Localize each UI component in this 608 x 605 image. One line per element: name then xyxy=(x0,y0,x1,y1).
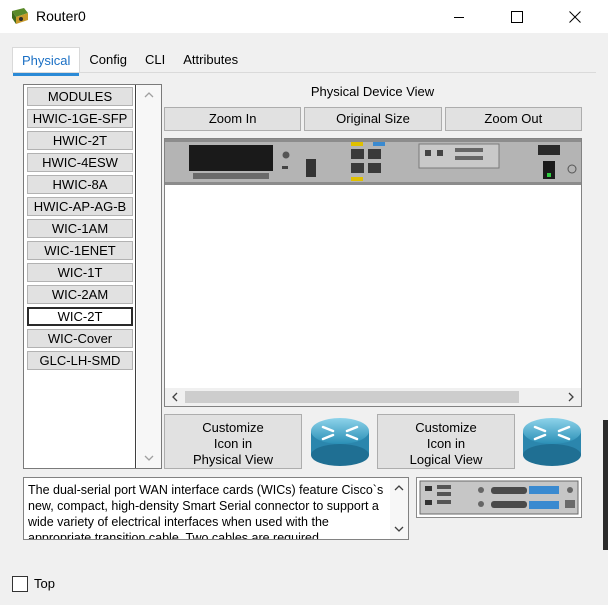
title-bar: Router0 xyxy=(0,0,608,33)
maximize-button[interactable] xyxy=(494,0,540,33)
module-item-wic-2t[interactable]: WIC-2T xyxy=(27,307,133,326)
router-icon xyxy=(311,418,369,466)
scroll-right-icon[interactable] xyxy=(565,391,577,403)
module-item-wic-1am[interactable]: WIC-1AM xyxy=(27,219,133,238)
minimize-button[interactable] xyxy=(436,0,482,33)
tab-physical[interactable]: Physical xyxy=(12,47,81,76)
window-edge-shadow xyxy=(603,420,608,550)
module-item-wic-1t[interactable]: WIC-1T xyxy=(27,263,133,282)
physical-device-view-title: Physical Device View xyxy=(310,84,435,99)
description-scrollbar[interactable] xyxy=(390,478,408,539)
zoom-out-button[interactable]: Zoom Out xyxy=(444,107,582,131)
module-description-box[interactable]: The dual-serial port WAN interface cards… xyxy=(23,477,409,540)
device-view-horizontal-scrollbar[interactable] xyxy=(165,388,581,406)
wic-2t-module-image xyxy=(419,480,579,515)
customize-physical-icon-button[interactable]: Customize Icon in Physical View xyxy=(164,414,302,469)
device-view-canvas xyxy=(164,138,582,407)
module-item-glc-lh-smd[interactable]: GLC-LH-SMD xyxy=(27,351,133,370)
tab-config[interactable]: Config xyxy=(80,47,136,73)
router-icon xyxy=(523,418,581,466)
customize-logical-line2: Icon in xyxy=(426,436,466,451)
scroll-down-icon[interactable] xyxy=(143,452,155,464)
maximize-icon xyxy=(511,10,523,23)
module-list: MODULES HWIC-1GE-SFP HWIC-2T HWIC-4ESW H… xyxy=(24,85,136,468)
customize-physical-line2: Icon in xyxy=(213,436,253,451)
tab-attributes[interactable]: Attributes xyxy=(174,47,247,73)
zoom-toolbar: Zoom In Original Size Zoom Out xyxy=(164,107,582,131)
original-size-button[interactable]: Original Size xyxy=(304,107,442,131)
scrollbar-thumb[interactable] xyxy=(185,391,519,403)
module-item-hwic-1ge-sfp[interactable]: HWIC-1GE-SFP xyxy=(27,109,133,128)
customize-physical-line1: Customize xyxy=(202,420,264,435)
module-item-wic-1enet[interactable]: WIC-1ENET xyxy=(27,241,133,260)
tab-divider xyxy=(12,72,596,73)
tab-bar: Physical Config CLI Attributes xyxy=(12,47,247,76)
always-on-top-checkbox[interactable] xyxy=(12,576,28,592)
close-icon xyxy=(569,10,581,23)
scroll-up-icon[interactable] xyxy=(394,483,404,493)
module-list-scrollbar[interactable] xyxy=(137,85,161,468)
window-client-area: Physical Config CLI Attributes MODULES H… xyxy=(0,33,608,605)
module-item-modules[interactable]: MODULES xyxy=(27,87,133,106)
scroll-down-icon[interactable] xyxy=(394,524,404,534)
customize-logical-line3: Logical View xyxy=(409,452,483,467)
module-preview-image[interactable] xyxy=(416,477,582,518)
module-description-text: The dual-serial port WAN interface cards… xyxy=(28,483,384,540)
customize-physical-line3: Physical View xyxy=(193,452,273,467)
module-item-hwic-ap-ag-b[interactable]: HWIC-AP-AG-B xyxy=(27,197,133,216)
zoom-in-button[interactable]: Zoom In xyxy=(164,107,302,131)
scroll-up-icon[interactable] xyxy=(143,89,155,101)
module-item-hwic-8a[interactable]: HWIC-8A xyxy=(27,175,133,194)
module-item-wic-cover[interactable]: WIC-Cover xyxy=(27,329,133,348)
close-button[interactable] xyxy=(552,0,598,33)
minimize-icon xyxy=(454,16,464,18)
router-app-icon xyxy=(12,8,28,24)
scroll-left-icon[interactable] xyxy=(169,391,181,403)
router-chassis-image[interactable] xyxy=(165,139,582,185)
always-on-top-label: Top xyxy=(34,576,55,591)
module-list-panel: MODULES HWIC-1GE-SFP HWIC-2T HWIC-4ESW H… xyxy=(23,84,162,469)
window-title: Router0 xyxy=(36,8,86,24)
module-item-hwic-2t[interactable]: HWIC-2T xyxy=(27,131,133,150)
customize-logical-icon-button[interactable]: Customize Icon in Logical View xyxy=(377,414,515,469)
customize-logical-line1: Customize xyxy=(415,420,477,435)
module-item-wic-2am[interactable]: WIC-2AM xyxy=(27,285,133,304)
module-item-hwic-4esw[interactable]: HWIC-4ESW xyxy=(27,153,133,172)
tab-cli[interactable]: CLI xyxy=(136,47,174,73)
